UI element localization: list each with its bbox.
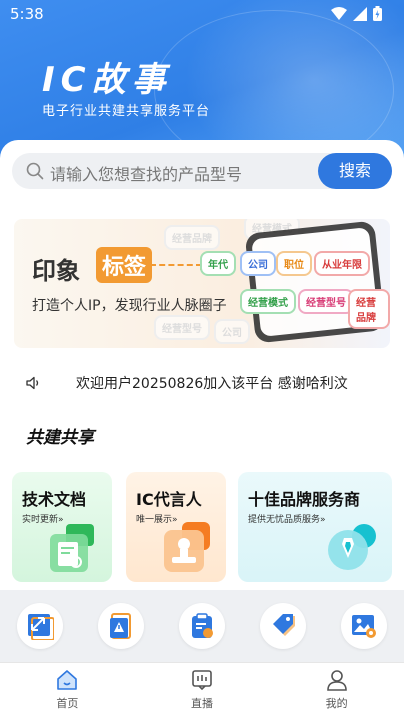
banner-tag: 职位	[276, 251, 312, 276]
signal-icon	[353, 6, 367, 21]
quick-item[interactable]	[340, 603, 387, 649]
tab-label: 首页	[56, 697, 79, 710]
tab-live[interactable]: 直播	[135, 663, 270, 718]
warning-doc-icon	[110, 613, 132, 639]
tab-home[interactable]: 首页	[0, 663, 135, 718]
banner-badge: 标签	[96, 247, 153, 283]
speaker-icon	[26, 376, 39, 390]
banner-tag: 经营型号	[298, 289, 354, 314]
home-icon	[57, 670, 78, 690]
banner-tag: 经营品牌	[348, 289, 390, 329]
promo-banner[interactable]: 经营品牌 经营模式 经营型号 公司 印象 标签 打造个人IP，发现行业人脉圈子 …	[14, 219, 390, 348]
tab-label: 直播	[191, 697, 213, 710]
price-tag-icon	[272, 614, 295, 636]
live-icon	[192, 670, 212, 691]
feature-card-tech-docs[interactable]: 技术文档 实时更新»	[12, 472, 112, 582]
image-settings-icon	[351, 615, 376, 638]
feature-title: 十佳品牌服务商	[248, 490, 361, 509]
tab-profile[interactable]: 我的	[269, 663, 404, 718]
tab-label: 我的	[325, 697, 348, 710]
app-logo-subtitle: 电子行业共建共享服务平台	[42, 104, 211, 119]
quick-item[interactable]	[178, 603, 225, 649]
bottom-tab-bar: 首页 直播 我的	[0, 662, 404, 718]
banner-subtitle: 打造个人IP，发现行业人脉圈子	[32, 298, 227, 314]
search-icon	[26, 162, 44, 180]
feature-card-ic-spokesperson[interactable]: IC代言人 唯一展示»	[126, 472, 226, 582]
notice-text: 欢迎用户20250826加入该平台 感谢哈利汶	[76, 376, 348, 392]
search-bar[interactable]: 请输入您想查找的产品型号 搜索	[12, 153, 392, 189]
quick-item[interactable]	[98, 603, 145, 649]
arrow-icon	[150, 260, 208, 270]
section-title: 共建共享	[26, 428, 94, 448]
profile-icon	[326, 670, 347, 691]
banner-tag: 从业年限	[314, 251, 370, 276]
banner-tag: 公司	[240, 251, 276, 276]
feature-card-top-brands[interactable]: 十佳品牌服务商 提供无忧品质服务»	[238, 472, 392, 582]
feature-subtitle: 提供无忧品质服务»	[248, 515, 326, 525]
battery-icon	[373, 6, 382, 21]
business-person-icon	[328, 524, 376, 570]
search-button[interactable]: 搜索	[318, 153, 392, 189]
wifi-icon	[331, 6, 347, 20]
search-input[interactable]: 请输入您想查找的产品型号	[50, 161, 242, 185]
banner-title: 印象	[32, 257, 80, 285]
notice-bar[interactable]: 欢迎用户20250826加入该平台 感谢哈利汶	[0, 370, 404, 396]
document-search-icon	[50, 524, 94, 572]
code-clipboard-icon	[191, 613, 213, 638]
quick-item[interactable]	[17, 603, 64, 649]
status-bar: 5:38	[0, 0, 404, 28]
feature-title: 技术文档	[22, 490, 87, 509]
quick-item[interactable]	[259, 603, 306, 649]
banner-tag: 年代	[200, 251, 236, 276]
feature-title: IC代言人	[136, 490, 202, 509]
app-logo-title: IC故事	[42, 60, 172, 100]
stamp-icon	[164, 522, 210, 572]
resize-icon	[28, 614, 55, 640]
quick-access-bar	[0, 590, 404, 662]
status-time: 5:38	[10, 5, 44, 23]
banner-tag: 经营模式	[240, 289, 296, 314]
